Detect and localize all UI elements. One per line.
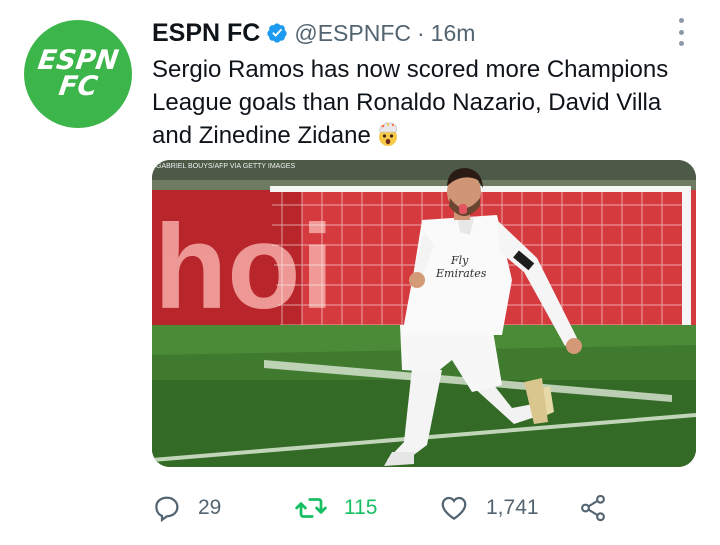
like-button[interactable]: 1,741 (438, 493, 539, 523)
jersey-sponsor-line2: Emirates (435, 267, 487, 280)
user-handle[interactable]: @ESPNFC (294, 20, 411, 47)
tweet-photo[interactable]: hoi Fly Emirates GABRIEL BOUYS/AFP VIA G… (152, 160, 696, 467)
tweet-text-line-content: and Zinedine Zidane (152, 122, 371, 149)
photo-illustration: hoi Fly Emirates GABRIEL BOUYS/AFP VIA G… (152, 160, 696, 467)
tweet-text: Sergio Ramos has now scored more Champio… (152, 53, 702, 152)
tweet-text-line: Sergio Ramos has now scored more Champio… (152, 56, 669, 83)
share-icon (581, 494, 605, 522)
verified-badge-icon (267, 23, 287, 43)
retweet-button[interactable]: 115 (294, 493, 377, 523)
retweet-count: 115 (344, 496, 378, 519)
reply-icon (155, 496, 179, 523)
display-name[interactable]: ESPN FC (152, 19, 260, 48)
timestamp[interactable]: 16m (431, 20, 476, 47)
exploding-head-emoji-icon (378, 122, 397, 146)
tweet-actions: 29 115 1,741 (152, 490, 622, 526)
photo-credit: GABRIEL BOUYS/AFP VIA GETTY IMAGES (156, 163, 295, 170)
tweet-text-line: and Zinedine Zidane (152, 119, 702, 152)
jersey-sponsor-line1: Fly (450, 254, 469, 267)
more-options-icon[interactable] (676, 18, 686, 46)
tweet-text-line: League goals than Ronaldo Nazario, David… (152, 89, 662, 116)
banner-text: hoi (154, 200, 334, 334)
separator-dot: · (417, 19, 425, 46)
share-button[interactable] (578, 493, 608, 523)
avatar[interactable]: ESPN FC (24, 20, 132, 128)
retweet-icon (295, 498, 327, 518)
tweet-header: ESPN FC @ESPNFC · 16m (152, 16, 475, 50)
avatar-logo-subtext: FC (56, 71, 100, 102)
heart-icon (441, 496, 467, 520)
reply-count: 29 (198, 496, 222, 519)
reply-button[interactable]: 29 (152, 493, 221, 523)
like-count: 1,741 (486, 496, 539, 519)
